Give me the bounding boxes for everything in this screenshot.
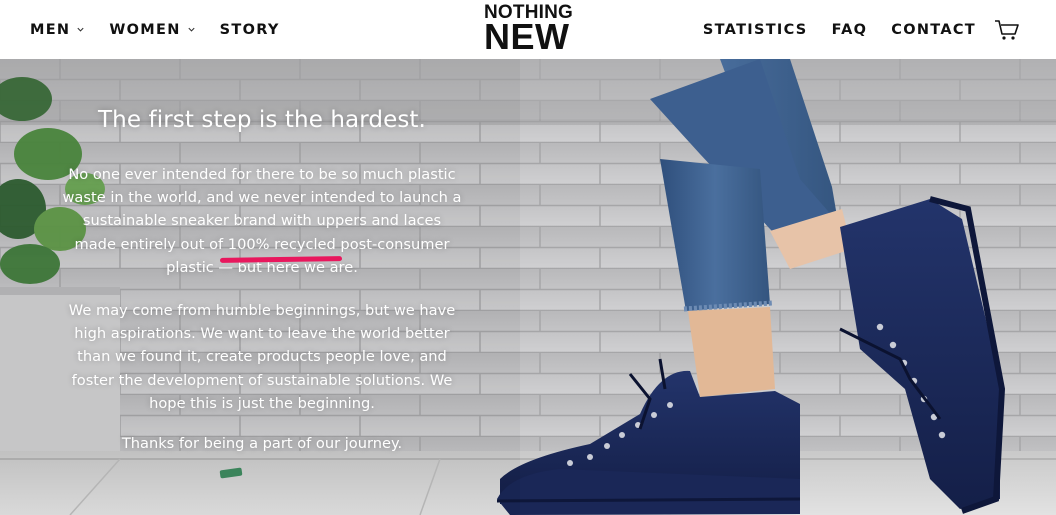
nav-story-label: STORY xyxy=(219,21,280,38)
shopping-cart-icon[interactable] xyxy=(994,19,1020,41)
nav-contact[interactable]: CONTACT xyxy=(891,22,976,38)
nav-contact-label: CONTACT xyxy=(891,21,976,38)
nav-statistics[interactable]: STATISTICS xyxy=(703,22,808,38)
brand-logo[interactable]: NOTHING NEW xyxy=(484,3,576,55)
site-header: MEN WOMEN STORY NOTHING NEW STATISTICS F… xyxy=(0,0,1056,59)
nav-statistics-label: STATISTICS xyxy=(702,21,808,38)
highlight-text: 100% recycled xyxy=(227,235,336,253)
nav-women-label: WOMEN xyxy=(109,21,181,38)
chevron-down-icon xyxy=(77,27,84,32)
hero-title: The first step is the hardest. xyxy=(98,107,426,133)
primary-nav: MEN WOMEN STORY xyxy=(30,0,304,59)
nav-men-label: MEN xyxy=(30,21,71,38)
logo-line-2: NEW xyxy=(484,16,570,57)
secondary-nav: STATISTICS FAQ CONTACT xyxy=(679,0,1020,59)
nav-faq-label: FAQ xyxy=(831,21,868,38)
recycled-highlight: 100% recycled xyxy=(219,233,342,263)
nav-women[interactable]: WOMEN xyxy=(109,22,195,38)
hero-paragraph-2: We may come from humble beginnings, but … xyxy=(68,302,456,412)
hero-paragraph-3: Thanks for being a part of our journey. xyxy=(121,435,403,453)
hero-section: The first step is the hardest. No one ev… xyxy=(0,59,1056,515)
nav-men[interactable]: MEN xyxy=(30,22,85,38)
chevron-down-icon xyxy=(188,27,195,32)
nav-faq[interactable]: FAQ xyxy=(832,22,868,38)
hero-paragraph-1: No one ever intended for there to be so … xyxy=(62,163,462,279)
nav-story[interactable]: STORY xyxy=(220,22,280,38)
hero-copy: The first step is the hardest. No one ev… xyxy=(62,59,462,455)
